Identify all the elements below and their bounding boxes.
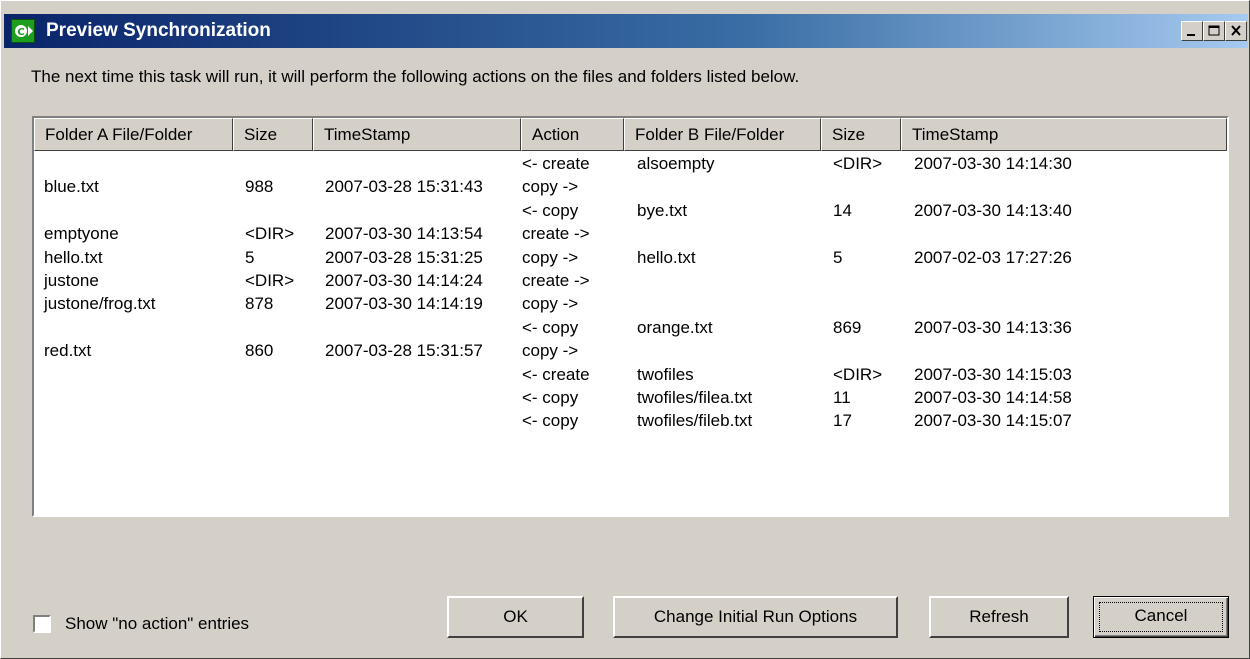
table-row[interactable]: <- copy twofiles/fileb.txt 17 2007-03-30 14…	[34, 409, 1227, 432]
cell-folder-b: bye.txt	[637, 200, 688, 220]
table-row[interactable]: <- copy twofiles/filea.txt 11 2007-03-30 14…	[34, 386, 1227, 409]
cell-action: create ->	[522, 270, 590, 290]
cell-size-a: <DIR>	[245, 270, 295, 290]
maximize-icon	[1208, 25, 1220, 36]
close-icon	[1231, 25, 1241, 36]
cell-action: copy ->	[522, 341, 579, 361]
listview-rows: <- create alsoempty <DIR> 2007-03-30 14:14:…	[34, 152, 1227, 433]
col-header-action[interactable]: Action	[521, 118, 624, 151]
cell-size-a: 878	[245, 294, 274, 314]
cell-action: copy ->	[522, 177, 579, 197]
intro-text: The next time this task will run, it wil…	[31, 67, 800, 86]
cell-folder-b: alsoempty	[637, 154, 715, 173]
cell-action: <- create	[522, 154, 590, 173]
cell-size-b: 5	[833, 247, 843, 267]
cell-size-b: 869	[833, 317, 862, 337]
title-bar[interactable]: C Preview Synchronization	[4, 14, 1248, 48]
cell-size-b: 11	[833, 387, 851, 407]
cell-folder-a: blue.txt	[44, 177, 99, 197]
checkbox-box[interactable]	[33, 615, 51, 633]
cell-size-a: 988	[245, 177, 274, 197]
table-row[interactable]: <- copy bye.txt 14 2007-03-30 14:13:40	[34, 199, 1227, 222]
actions-listview[interactable]: Folder A File/Folder Size TimeStamp Acti…	[32, 116, 1229, 517]
ok-button[interactable]: OK	[447, 596, 584, 638]
cell-timestamp-a: 2007-03-28 15:31:43	[325, 177, 483, 197]
svg-text:C: C	[17, 27, 24, 38]
minimize-button[interactable]	[1181, 21, 1203, 41]
cell-timestamp-b: 2007-03-30 14:13:36	[914, 317, 1072, 337]
change-initial-run-options-button[interactable]: Change Initial Run Options	[613, 596, 898, 638]
cell-folder-b: twofiles	[637, 364, 694, 384]
col-header-timestamp-b[interactable]: TimeStamp	[901, 118, 1227, 151]
cell-timestamp-b: 2007-03-30 14:15:03	[914, 364, 1072, 384]
col-header-folder-b[interactable]: Folder B File/Folder	[624, 118, 821, 151]
minimize-icon	[1187, 34, 1195, 36]
cell-size-b: <DIR>	[833, 154, 883, 173]
focus-rect	[1099, 602, 1223, 632]
cell-size-a: <DIR>	[245, 224, 295, 244]
window-title: Preview Synchronization	[46, 20, 271, 41]
table-row[interactable]: <- create alsoempty <DIR> 2007-03-30 14:14:…	[34, 152, 1227, 175]
col-header-size-b[interactable]: Size	[821, 118, 901, 151]
col-header-folder-a[interactable]: Folder A File/Folder	[34, 118, 233, 151]
app-icon: C	[11, 19, 35, 43]
listview-header: Folder A File/Folder Size TimeStamp Acti…	[34, 118, 1227, 151]
table-row[interactable]: hello.txt 5 2007-03-28 15:31:25 copy -> hell…	[34, 246, 1227, 269]
maximize-button[interactable]	[1203, 21, 1225, 41]
cell-timestamp-a: 2007-03-30 14:14:24	[325, 270, 483, 290]
cell-timestamp-a: 2007-03-28 15:31:57	[325, 341, 483, 361]
col-header-timestamp-a[interactable]: TimeStamp	[313, 118, 521, 151]
cell-folder-b: twofiles/filea.txt	[637, 387, 753, 407]
cell-folder-a: red.txt	[44, 341, 92, 361]
table-row[interactable]: blue.txt 988 2007-03-28 15:31:43 copy ->	[34, 175, 1227, 198]
cell-timestamp-b: 2007-03-30 14:14:30	[914, 154, 1072, 173]
cell-timestamp-a: 2007-03-28 15:31:25	[325, 247, 483, 267]
cell-folder-a: justone	[44, 270, 99, 290]
cell-size-b: <DIR>	[833, 364, 883, 384]
cell-timestamp-a: 2007-03-30 14:13:54	[325, 224, 483, 244]
cell-folder-b: twofiles/fileb.txt	[637, 411, 753, 431]
cell-action: copy ->	[522, 294, 579, 314]
close-button[interactable]	[1225, 21, 1247, 41]
cancel-button[interactable]: Cancel	[1093, 596, 1229, 638]
preview-synchronization-window: C Preview Synchronization The next time …	[0, 0, 1250, 659]
cell-action: <- copy	[522, 317, 579, 337]
cell-action: <- copy	[522, 387, 579, 407]
cell-action: <- copy	[522, 411, 579, 431]
table-row[interactable]: red.txt 860 2007-03-28 15:31:57 copy ->	[34, 339, 1227, 362]
table-row[interactable]: justone <DIR> 2007-03-30 14:14:24 create ->	[34, 269, 1227, 292]
cell-action: create ->	[522, 224, 590, 244]
cell-timestamp-b: 2007-03-30 14:15:07	[914, 411, 1072, 431]
cell-timestamp-b: 2007-02-03 17:27:26	[914, 247, 1072, 267]
cell-action: <- copy	[522, 200, 579, 220]
cell-folder-b: orange.txt	[637, 317, 713, 337]
table-row[interactable]: <- create twofiles <DIR> 2007-03-30 14:15:0…	[34, 363, 1227, 386]
cell-action: <- create	[522, 364, 590, 384]
cell-action: copy ->	[522, 247, 579, 267]
cell-size-a: 860	[245, 341, 274, 361]
table-row[interactable]: justone/frog.txt 878 2007-03-30 14:14:19 co…	[34, 292, 1227, 315]
cell-folder-b: hello.txt	[637, 247, 696, 267]
cell-size-b: 14	[833, 200, 852, 220]
checkbox-label[interactable]: Show "no action" entries	[65, 614, 249, 634]
cell-timestamp-b: 2007-03-30 14:13:40	[914, 200, 1072, 220]
table-row[interactable]: <- copy orange.txt 869 2007-03-30 14:13:36	[34, 316, 1227, 339]
cell-folder-a: emptyone	[44, 224, 119, 244]
table-row[interactable]: emptyone <DIR> 2007-03-30 14:13:54 create -…	[34, 222, 1227, 245]
cell-folder-a: justone/frog.txt	[44, 294, 156, 314]
cell-size-b: 17	[833, 411, 852, 431]
cell-timestamp-b: 2007-03-30 14:14:58	[914, 387, 1072, 407]
refresh-button[interactable]: Refresh	[929, 596, 1069, 638]
cell-size-a: 5	[245, 247, 255, 267]
col-header-size-a[interactable]: Size	[233, 118, 313, 151]
cell-timestamp-a: 2007-03-30 14:14:19	[325, 294, 483, 314]
cell-folder-a: hello.txt	[44, 247, 103, 267]
